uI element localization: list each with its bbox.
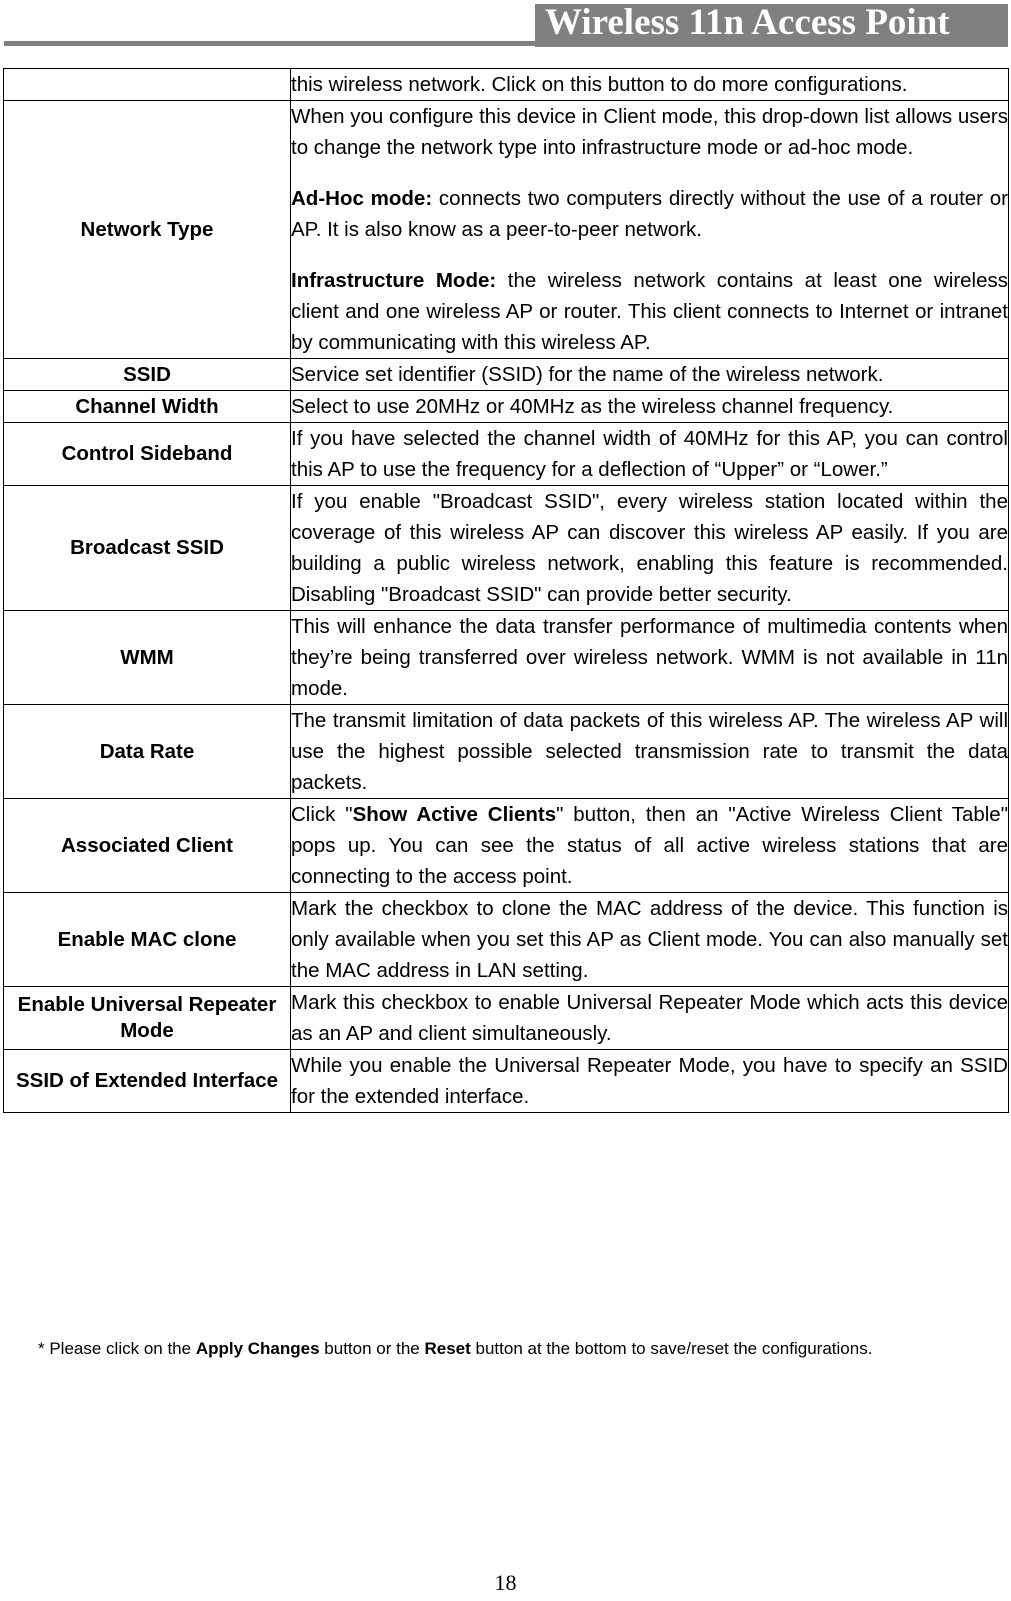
table-row: SSID of Extended Interface While you enab…: [3, 1049, 1009, 1113]
footnote-prefix: * Please click on the: [38, 1339, 196, 1358]
table-row: this wireless network. Click on this but…: [3, 68, 1009, 101]
settings-description-table: this wireless network. Click on this but…: [3, 68, 1009, 1113]
table-row: Channel Width Select to use 20MHz or 40MH…: [3, 390, 1009, 423]
description-paragraph: The transmit limitation of data packets …: [291, 705, 1008, 798]
setting-name-cell: Network Type: [3, 100, 291, 359]
table-body: this wireless network. Click on this but…: [3, 68, 1009, 1113]
setting-name-cell: Enable Universal Repeater Mode: [3, 986, 291, 1050]
setting-name-cell: WMM: [3, 610, 291, 705]
table-row: Enable MAC clone Mark the checkbox to clo…: [3, 892, 1009, 987]
table-row: Broadcast SSID If you enable "Broadcast S…: [3, 485, 1009, 611]
setting-name-cell: Channel Width: [3, 390, 291, 423]
paragraph-text: Click ": [291, 803, 353, 826]
setting-name-cell: Enable MAC clone: [3, 892, 291, 987]
page-header: Wireless 11n Access Point: [0, 0, 1011, 52]
setting-name-cell: [3, 68, 291, 101]
footnote-reset-term: Reset: [424, 1339, 471, 1358]
setting-description-cell: Click "Show Active Clients" button, then…: [290, 798, 1009, 893]
description-paragraph: This will enhance the data transfer perf…: [291, 611, 1008, 704]
table-row: Control Sideband If you have selected the…: [3, 422, 1009, 486]
paragraph-emphasis-term: Show Active Clients: [352, 803, 557, 826]
setting-description-cell: If you enable "Broadcast SSID", every wi…: [290, 485, 1009, 611]
description-paragraph: Service set identifier (SSID) for the na…: [291, 359, 1008, 390]
setting-description-cell: When you configure this device in Client…: [290, 100, 1009, 359]
setting-name-cell: Data Rate: [3, 704, 291, 799]
paragraph-text: this wireless network. Click on this but…: [291, 73, 908, 96]
paragraph-text: Service set identifier (SSID) for the na…: [291, 363, 884, 386]
description-paragraph: Ad-Hoc mode: connects two computers dire…: [291, 183, 1008, 245]
paragraph-text: This will enhance the data transfer perf…: [291, 615, 1008, 700]
paragraph-text: Mark this checkbox to enable Universal R…: [291, 991, 1008, 1045]
description-paragraph: If you enable "Broadcast SSID", every wi…: [291, 486, 1008, 610]
paragraph-text: When you configure this device in Client…: [291, 105, 1008, 159]
paragraph-text: Select to use 20MHz or 40MHz as the wire…: [291, 395, 894, 418]
description-paragraph: Select to use 20MHz or 40MHz as the wire…: [291, 391, 1008, 422]
description-paragraph: If you have selected the channel width o…: [291, 423, 1008, 485]
paragraph-text: The transmit limitation of data packets …: [291, 709, 1008, 794]
setting-description-cell: The transmit limitation of data packets …: [290, 704, 1009, 799]
setting-description-cell: Mark this checkbox to enable Universal R…: [290, 986, 1009, 1050]
paragraph-text: While you enable the Universal Repeater …: [291, 1054, 1008, 1108]
description-paragraph: Click "Show Active Clients" button, then…: [291, 799, 1008, 892]
paragraph-text: Mark the checkbox to clone the MAC addre…: [291, 897, 1008, 982]
page-number: 18: [494, 1570, 517, 1595]
description-paragraph: Mark the checkbox to clone the MAC addre…: [291, 893, 1008, 986]
table-row: Associated Client Click "Show Active Clie…: [3, 798, 1009, 893]
footnote-note: * Please click on the Apply Changes butt…: [38, 1338, 978, 1360]
setting-description-cell: Mark the checkbox to clone the MAC addre…: [290, 892, 1009, 987]
setting-name-cell: Broadcast SSID: [3, 485, 291, 611]
table-row: Enable Universal Repeater Mode Mark this …: [3, 986, 1009, 1050]
footnote-suffix: button at the bottom to save/reset the c…: [470, 1339, 873, 1358]
table-row: WMM This will enhance the data transfer p…: [3, 610, 1009, 705]
setting-description-cell: this wireless network. Click on this but…: [290, 68, 1009, 101]
setting-description-cell: This will enhance the data transfer perf…: [290, 610, 1009, 705]
paragraph-text: If you have selected the channel width o…: [291, 427, 1008, 481]
table-row: Data Rate The transmit limitation of data…: [3, 704, 1009, 799]
description-paragraph: When you configure this device in Client…: [291, 101, 1008, 163]
footnote-apply-changes-term: Apply Changes: [195, 1339, 320, 1358]
description-paragraph: Mark this checkbox to enable Universal R…: [291, 987, 1008, 1049]
table-row: SSID Service set identifier (SSID) for th…: [3, 358, 1009, 391]
setting-name-cell: SSID: [3, 358, 291, 391]
setting-description-cell: Service set identifier (SSID) for the na…: [290, 358, 1009, 391]
header-divider-rule: [4, 41, 536, 46]
page-title: Wireless 11n Access Point: [545, 2, 950, 43]
paragraph-lead-term: Ad-Hoc mode:: [291, 187, 433, 210]
footnote-middle: button or the: [319, 1339, 425, 1358]
setting-name-cell: Control Sideband: [3, 422, 291, 486]
setting-name-cell: SSID of Extended Interface: [3, 1049, 291, 1113]
table-row: Network Type When you configure this devi…: [3, 100, 1009, 359]
setting-description-cell: While you enable the Universal Repeater …: [290, 1049, 1009, 1113]
paragraph-lead-term: Infrastructure Mode:: [291, 269, 497, 292]
setting-description-cell: Select to use 20MHz or 40MHz as the wire…: [290, 390, 1009, 423]
description-paragraph: While you enable the Universal Repeater …: [291, 1050, 1008, 1112]
setting-name-cell: Associated Client: [3, 798, 291, 893]
description-paragraph: Infrastructure Mode: the wireless networ…: [291, 265, 1008, 358]
setting-description-cell: If you have selected the channel width o…: [290, 422, 1009, 486]
description-paragraph: this wireless network. Click on this but…: [291, 69, 1008, 100]
paragraph-text: If you enable "Broadcast SSID", every wi…: [291, 490, 1008, 606]
